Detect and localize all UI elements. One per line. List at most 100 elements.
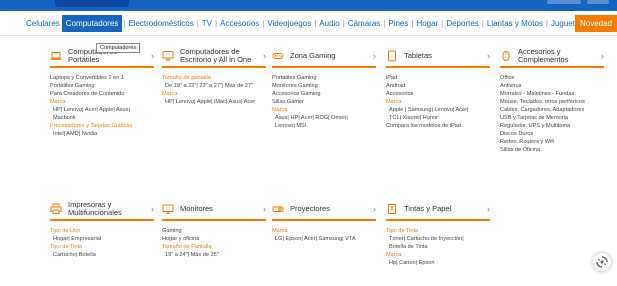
category-title: Proyectores [290, 203, 331, 213]
category-header[interactable]: Monitores › [162, 198, 266, 221]
category-header[interactable]: Accesorios y Complementos › [500, 45, 604, 68]
menu-link[interactable]: Tóner| Cartucho de Inyección| [386, 235, 490, 243]
menu-link[interactable]: Cartucho| Botella [50, 251, 154, 259]
category-header[interactable]: Impresoras y Multifuncionales › [50, 198, 154, 221]
menu-link[interactable]: Macbook [50, 114, 154, 122]
category-links: Gaming Hogar y oficina Tamaño de Pantalla 1… [162, 221, 266, 259]
gamepad-icon [272, 50, 284, 62]
accessibility-button[interactable] [593, 253, 611, 271]
nav-item-videojuegos[interactable]: Videojuegos [265, 19, 313, 28]
category-zona-gaming: Zona Gaming › Portátiles Gaming Monitores G… [272, 45, 376, 130]
menu-link[interactable]: Sillas de Oficina [500, 146, 604, 154]
top-header-bar [0, 0, 617, 11]
menu-link[interactable]: 19" a 24"| Más de 25" [162, 251, 266, 259]
desktop-icon [162, 50, 174, 62]
chevron-right-icon: › [151, 50, 154, 61]
menu-link[interactable]: Discos Duros [500, 130, 604, 138]
menu-link[interactable]: TCL| Xiaomi| Honor [386, 114, 490, 122]
nav-item-novedad[interactable]: Novedad [574, 15, 617, 32]
chevron-right-icon: › [151, 203, 154, 214]
menu-link[interactable]: Monitores Gaming [272, 82, 376, 90]
nav-item-accesorios[interactable]: Accesorios [218, 19, 261, 28]
category-tabletas: Tabletas › iPad Android Accesorios Marca Apple… [386, 45, 490, 130]
menu-link[interactable]: Laptops y Convertibles 2 en 1 [50, 74, 154, 82]
nav-item-tv[interactable]: TV [200, 19, 214, 28]
menu-link[interactable]: Asus| HP| Acer| ROG| Omen| [272, 114, 376, 122]
menu-link[interactable]: iPad [386, 74, 490, 82]
nav-item-audio[interactable]: Audio [317, 19, 341, 28]
section-heading: Procesadores y Tarjetas Gráficas [50, 123, 133, 129]
category-accesorios-y-complementos: Accesorios y Complementos › Office Antiviru… [500, 45, 604, 154]
chevron-right-icon: › [487, 203, 490, 214]
menu-link[interactable]: Redes, Routers y Wifi [500, 138, 604, 146]
category-title: Impresoras y Multifuncionales [68, 199, 122, 217]
category-monitores: Monitores › Gaming Hogar y oficina Tamaño de… [162, 198, 266, 259]
menu-link[interactable]: Sillas Gamer [272, 98, 376, 106]
menu-link[interactable]: Gaming [162, 227, 266, 235]
tablet-icon [386, 50, 398, 62]
section-heading: Marca [386, 99, 402, 105]
category-links: Portátiles Gaming Monitores Gaming Accesor… [272, 68, 376, 130]
menu-link[interactable]: Hp| Canon| Epson [386, 259, 490, 267]
menu-link[interactable]: Accesorios [386, 90, 490, 98]
category-title: Computadores de Escritorio y All in One [180, 46, 252, 64]
menu-link[interactable]: Regulador, UPS y Multitoma [500, 122, 604, 130]
menu-link[interactable]: HP| Lenovo| Apple| iMac| Asus| Acer [162, 98, 266, 106]
section-heading: Marca [50, 99, 66, 105]
menu-link[interactable]: Portátiles Gaming [50, 82, 154, 90]
printer-icon [50, 203, 62, 215]
category-header[interactable]: Proyectores › [272, 198, 376, 221]
menu-link[interactable]: Accesorios Gaming [272, 90, 376, 98]
store-logo[interactable] [55, 0, 129, 7]
nav-item-camaras[interactable]: Cámaras [346, 19, 382, 28]
chevron-right-icon: › [263, 50, 266, 61]
menu-link[interactable]: Para Creadores de Contenido [50, 90, 154, 98]
menu-link[interactable]: Morrales - Maletines - Fundas [500, 90, 604, 98]
menu-link[interactable]: Apple | Samsung| Lenovo| Acer| [386, 106, 490, 114]
menu-link[interactable]: De 19" a 22"| 23" a 27"| Más de 27" [162, 82, 266, 90]
category-title: Tabletas [404, 50, 432, 60]
menu-link[interactable]: Hogar| Empresarial [50, 235, 154, 243]
menu-link[interactable]: Mouse, Teclados, otros periféricos [500, 98, 604, 106]
menu-link[interactable]: USB y Tarjetas de Memoria [500, 114, 604, 122]
monitor-icon [162, 203, 174, 215]
nav-item-llantas-y-motos[interactable]: Llantas y Motos [485, 19, 545, 28]
header-account-area[interactable] [489, 0, 609, 7]
category-header[interactable]: Zona Gaming › [272, 45, 376, 68]
section-heading: Marca [272, 228, 288, 234]
menu-link[interactable]: Lenovo| MSI [272, 122, 376, 130]
nav-item-celulares[interactable]: Celulares [24, 19, 62, 28]
menu-link[interactable]: Intel| AMD| Nvidia [50, 130, 154, 138]
category-links: Tamaño de pantalla De 19" a 22"| 23" a 27… [162, 68, 266, 106]
category-links: Laptops y Convertibles 2 en 1 Portátiles … [50, 68, 154, 138]
menu-link[interactable]: Compara los modelos de iPad [386, 122, 490, 130]
category-header[interactable]: Computadores de Escritorio y All in One › [162, 45, 266, 68]
section-heading: Marca [272, 107, 288, 113]
menu-link[interactable]: Hogar y oficina [162, 235, 266, 243]
category-links: Office Antivirus Morrales - Maletines - Fu… [500, 68, 604, 154]
nav-item-computadores[interactable]: Computadores [61, 14, 123, 32]
category-impresoras-y-multifuncionales: Impresoras y Multifuncionales › Tipo de Us… [50, 198, 154, 259]
menu-link[interactable]: Portátiles Gaming [272, 74, 376, 82]
menu-link[interactable]: HP| Lenovo| Acer| Apple| Asus| [50, 106, 154, 114]
nav-item-electrodomesticos[interactable]: Electrodomésticos [126, 19, 195, 28]
header-account-link[interactable] [547, 0, 581, 4]
header-cart-link[interactable] [587, 0, 609, 4]
nav-item-deportes[interactable]: Deportes [444, 19, 480, 28]
category-links: Tipo de Uso Hogar| Empresarial Tipo de Tin… [50, 221, 154, 259]
category-nav-bar: Celulares Computadores | Electrodomésticos |… [0, 11, 617, 36]
nav-item-hogar[interactable]: Hogar [414, 19, 440, 28]
menu-link[interactable]: Cables, Cargadores, Adaptadores [500, 106, 604, 114]
menu-link[interactable]: Office [500, 74, 604, 82]
section-heading: Marca [162, 91, 178, 97]
menu-link[interactable]: Android [386, 82, 490, 90]
menu-link[interactable]: Antivirus [500, 82, 604, 90]
category-computadores-de-escritorio-y-all-in-one: Computadores de Escritorio y All in One ›… [162, 45, 266, 106]
mouse-icon [500, 50, 512, 62]
category-header[interactable]: Tintas y Papel › [386, 198, 490, 221]
ink-icon [386, 203, 398, 215]
nav-item-pines[interactable]: Pines [386, 19, 410, 28]
menu-link[interactable]: Botella de Tinta [386, 243, 490, 251]
category-header[interactable]: Tabletas › [386, 45, 490, 68]
menu-link[interactable]: LG| Epson| Acer| Samsung| VTA [272, 235, 376, 243]
